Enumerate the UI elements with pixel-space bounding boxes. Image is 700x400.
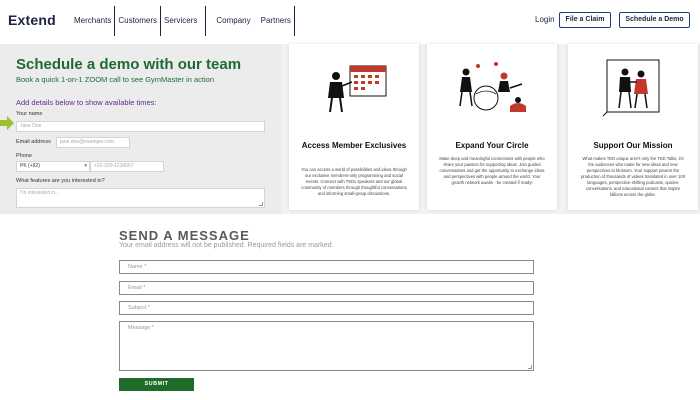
main-nav: Merchants Customers Servicers Company Pa… xyxy=(74,6,295,36)
message-email-input[interactable]: Email * xyxy=(119,281,534,295)
card-title-circle: Expand Your Circle xyxy=(455,141,529,150)
message-body-textarea[interactable]: Message * xyxy=(119,321,534,371)
demo-add-details: Add details below to show available time… xyxy=(16,98,157,107)
nav-merchants[interactable]: Merchants xyxy=(74,6,116,36)
arrow-right-icon xyxy=(0,116,14,130)
card-title-mission: Support Our Mission xyxy=(593,141,673,150)
phone-label: Phone xyxy=(16,153,32,159)
submit-button[interactable]: SUBMIT xyxy=(119,378,194,391)
features-label: What features are you interested in? xyxy=(16,178,105,184)
resize-grip-icon[interactable] xyxy=(528,365,532,369)
demo-form-panel: Schedule a demo with our team Book a qui… xyxy=(0,44,282,214)
country-code-select[interactable]: PK (+92) ▾ xyxy=(16,161,90,172)
phone-input[interactable]: +92-300-1234567 xyxy=(90,161,164,172)
features-textarea[interactable]: I'm interested in... xyxy=(16,188,265,208)
file-claim-button[interactable]: File a Claim xyxy=(559,12,611,28)
card-text-circle: Make deep and meaningful connections wit… xyxy=(439,156,545,185)
resize-grip-icon[interactable] xyxy=(259,202,263,206)
card-title-exclusives: Access Member Exclusives xyxy=(301,141,407,150)
group-people-illustration-icon xyxy=(459,62,526,112)
send-message-subtitle: Your email address will not be published… xyxy=(119,242,334,249)
card-member-exclusives: Access Member Exclusives You can access … xyxy=(289,44,419,210)
name-input[interactable]: Jane Doe xyxy=(16,121,265,132)
nav-servicers[interactable]: Servicers xyxy=(161,6,207,36)
name-label: Your name xyxy=(16,111,43,117)
nav-company[interactable]: Company xyxy=(206,6,260,36)
nav-partners[interactable]: Partners xyxy=(261,6,295,36)
chevron-down-icon: ▾ xyxy=(84,163,87,169)
top-header: Extend Merchants Customers Servicers Com… xyxy=(0,0,700,44)
schedule-demo-button[interactable]: Schedule a Demo xyxy=(619,12,690,28)
email-input[interactable]: jane.doe@example.com xyxy=(56,137,130,148)
calendar-illustration-icon xyxy=(328,65,387,113)
demo-subtitle: Book a quick 1-on-1 ZOOM call to see Gym… xyxy=(16,75,214,84)
card-expand-circle: Expand Your Circle Make deep and meaning… xyxy=(427,44,557,210)
people-frame-illustration-icon xyxy=(602,59,660,117)
page: Extend Merchants Customers Servicers Com… xyxy=(0,0,700,400)
country-code-value: PK (+92) xyxy=(20,163,40,169)
send-message-title: SEND A MESSAGE xyxy=(119,228,250,243)
message-subject-input[interactable]: Subject * xyxy=(119,301,534,315)
card-support-mission: Support Our Mission What makes TED uniqu… xyxy=(568,44,698,210)
card-text-mission: What makes TED unique aren't only the TE… xyxy=(580,156,686,197)
message-name-input[interactable]: Name * xyxy=(119,260,534,274)
brand-logo[interactable]: Extend xyxy=(8,12,56,28)
demo-title: Schedule a demo with our team xyxy=(16,56,242,73)
login-link[interactable]: Login xyxy=(535,15,555,24)
email-label: Email address xyxy=(16,139,51,145)
nav-customers[interactable]: Customers xyxy=(115,6,162,36)
card-text-exclusives: You can access a world of possibilities … xyxy=(301,167,407,196)
